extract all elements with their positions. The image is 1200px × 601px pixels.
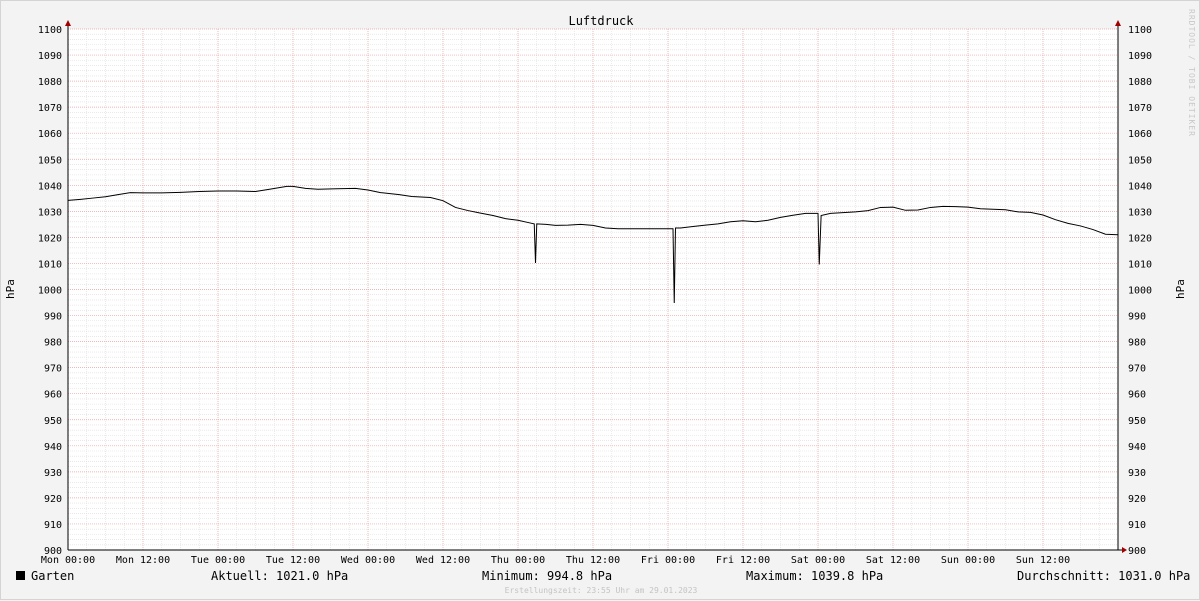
x-tick-label: Sat 00:00	[791, 555, 845, 566]
x-tick-label: Wed 00:00	[341, 555, 395, 566]
legend-maximum: Maximum: 1039.8 hPa	[746, 569, 884, 583]
y-tick-label-right: 980	[1128, 338, 1146, 349]
x-tick-label: Thu 00:00	[491, 555, 545, 566]
y-tick-label-left: 980	[44, 338, 62, 349]
y-tick-label-right: 990	[1128, 312, 1146, 323]
y-tick-label-left: 910	[44, 520, 62, 531]
y-tick-label-left: 1010	[38, 259, 62, 270]
legend-average: Durchschnitt: 1031.0 hPa	[1017, 569, 1191, 583]
y-axis-left-labels: 9009109209309409509609709809901000101010…	[38, 25, 62, 557]
chart-frame: Luftdruck 900 910 920 930 940 950 960 970 980 990…	[0, 0, 1200, 600]
pressure-chart: Luftdruck 900 910 920 930 940 950 960 970 980 990…	[4, 14, 1187, 566]
x-tick-label: Fri 12:00	[716, 555, 770, 566]
y-tick-label-right: 1010	[1128, 259, 1152, 270]
y-tick-label-right: 910	[1128, 520, 1146, 531]
x-tick-label: Mon 12:00	[116, 555, 170, 566]
y-tick-label-right: 1030	[1128, 207, 1152, 218]
y-tick-label-left: 960	[44, 390, 62, 401]
y-tick-label-right: 1060	[1128, 129, 1152, 140]
watermark: RRDTOOL / TOBI OETIKER	[1187, 9, 1196, 137]
y-tick-label-right: 920	[1128, 494, 1146, 505]
legend-minimum: Minimum: 994.8 hPa	[482, 569, 613, 583]
y-tick-label-right: 970	[1128, 364, 1146, 375]
y-tick-label-left: 1030	[38, 207, 62, 218]
x-tick-label: Wed 12:00	[416, 555, 470, 566]
y-tick-label-left: 950	[44, 416, 62, 427]
y-axis-right-arrow	[1115, 20, 1121, 26]
y-tick-label-left: 1040	[38, 181, 62, 192]
y-tick-label-right: 1020	[1128, 233, 1152, 244]
y-tick-label-right: 1050	[1128, 155, 1152, 166]
x-axis-labels: Mon 00:00 Mon 12:00 Tue 00:00 Tue 12:00 Wed …	[41, 555, 1070, 566]
legend-series-name: Garten	[31, 569, 75, 583]
x-tick-label: Sun 12:00	[1016, 555, 1070, 566]
y-tick-label-right: 940	[1128, 442, 1146, 453]
y-tick-label-right: 1090	[1128, 51, 1152, 62]
y-tick-label-left: 1060	[38, 129, 62, 140]
legend-row: Garten Aktuell: 1021.0 hPa Minimum: 994.…	[1, 569, 1200, 585]
y-tick-label-right: 1070	[1128, 103, 1152, 114]
y-tick-label-right: 1000	[1128, 286, 1152, 297]
y-axis-left-title: hPa	[4, 279, 17, 299]
legend-swatch	[16, 571, 25, 580]
y-tick-label-right: 950	[1128, 416, 1146, 427]
x-tick-label: Mon 00:00	[41, 555, 95, 566]
legend-current: Aktuell: 1021.0 hPa	[211, 569, 349, 583]
y-tick-label-right: 1100	[1128, 25, 1152, 36]
y-tick-label-right: 1080	[1128, 77, 1152, 88]
y-axis-right-title: hPa	[1174, 279, 1187, 299]
y-axis-left-arrow	[65, 20, 71, 26]
y-tick-label-left: 1100	[38, 25, 62, 36]
y-tick-label-right: 900	[1128, 546, 1146, 557]
x-tick-label: Tue 12:00	[266, 555, 320, 566]
footer-note: Erstellungszeit: 23:55 Uhr am 29.01.2023	[504, 586, 698, 595]
y-tick-label-right: 1040	[1128, 181, 1152, 192]
y-tick-label-right: 960	[1128, 390, 1146, 401]
y-tick-label-left: 1020	[38, 233, 62, 244]
y-tick-label-left: 1070	[38, 103, 62, 114]
y-tick-label-right: 930	[1128, 468, 1146, 479]
y-tick-label-left: 930	[44, 468, 62, 479]
y-tick-label-left: 1090	[38, 51, 62, 62]
y-tick-label-left: 1080	[38, 77, 62, 88]
y-tick-label-left: 990	[44, 312, 62, 323]
x-axis-arrow	[1122, 547, 1127, 553]
y-tick-label-left: 1000	[38, 286, 62, 297]
chart-title: Luftdruck	[568, 14, 634, 28]
y-tick-label-left: 1050	[38, 155, 62, 166]
y-tick-label-left: 940	[44, 442, 62, 453]
y-axis-right-labels: 900 910 920 930 940 950 960 970 980 990 1000 1010 10…	[1128, 25, 1152, 557]
x-tick-label: Tue 00:00	[191, 555, 245, 566]
x-tick-label: Fri 00:00	[641, 555, 695, 566]
x-tick-label: Sun 00:00	[941, 555, 995, 566]
y-tick-label-left: 970	[44, 364, 62, 375]
x-tick-label: Thu 12:00	[566, 555, 620, 566]
y-tick-label-left: 920	[44, 494, 62, 505]
x-tick-label: Sat 12:00	[866, 555, 920, 566]
